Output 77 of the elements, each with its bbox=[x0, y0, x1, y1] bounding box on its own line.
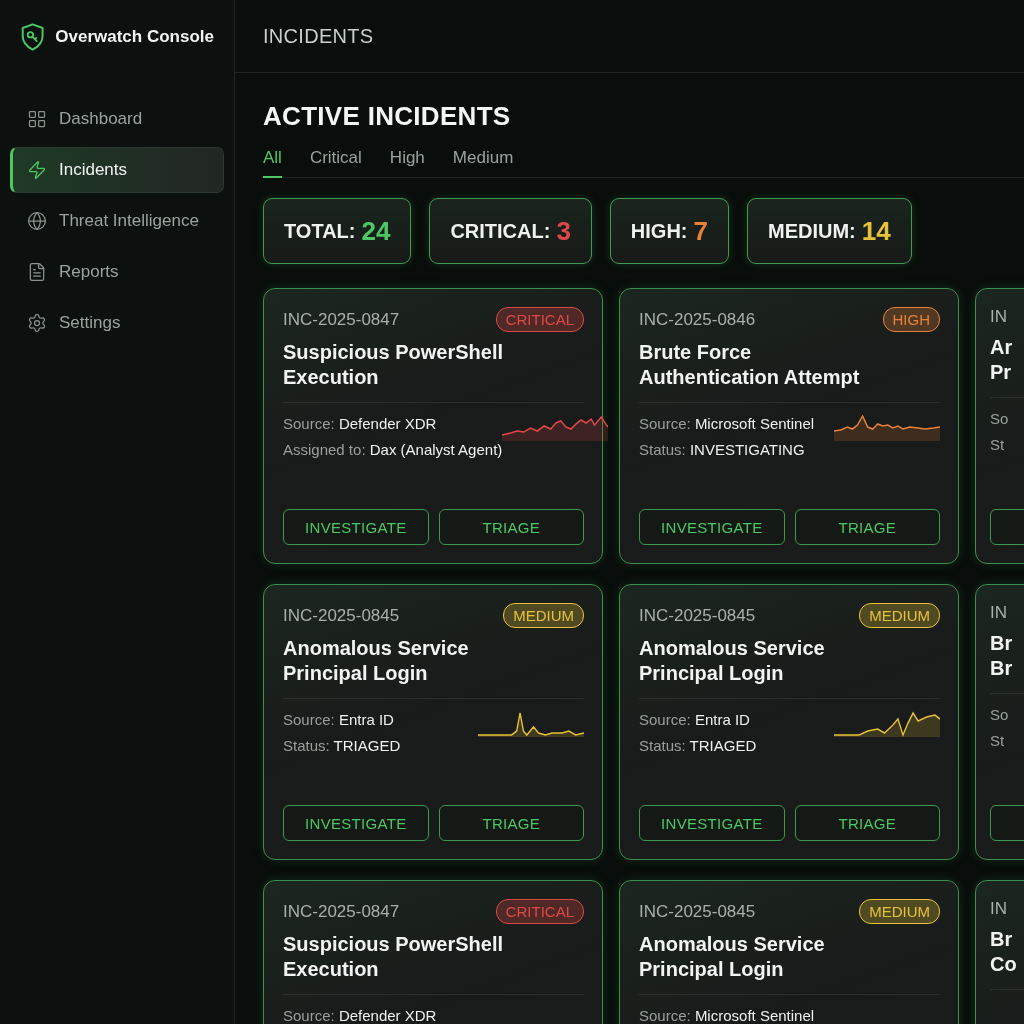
incident-title: Suspicious PowerShell Execution bbox=[283, 340, 505, 390]
stat-value: 7 bbox=[693, 215, 708, 247]
nav-item[interactable]: Incidents bbox=[10, 147, 224, 193]
incident-title: Anomalous Service Principal Login bbox=[639, 636, 826, 686]
incident-field: Source: Defender XDR bbox=[283, 413, 503, 435]
incident-title: Ar Pr bbox=[990, 335, 1014, 385]
incident-field: Source: Entra ID bbox=[639, 709, 757, 731]
nav-label: Incidents bbox=[59, 160, 128, 180]
incident-field: Status: TRIAGED bbox=[639, 735, 757, 757]
severity-badge: CRITICAL bbox=[495, 307, 584, 332]
incident-id: INC-2025-0847 bbox=[283, 309, 400, 330]
incident-field: Status: INVESTIGATING bbox=[639, 439, 815, 461]
incident-id: INC-2025-0846 bbox=[639, 309, 756, 330]
field-label: St bbox=[990, 731, 1006, 751]
settings-icon bbox=[27, 313, 47, 333]
nav-item[interactable]: Threat Intelligence bbox=[10, 198, 224, 244]
incident-title: Brute Force Authentication Attempt bbox=[639, 340, 861, 390]
dashboard-icon bbox=[27, 109, 47, 129]
section-title: ACTIVE INCIDENTS bbox=[263, 101, 512, 132]
triage-button[interactable]: TRIAGE bbox=[794, 805, 940, 841]
filter-tab[interactable]: Medium bbox=[452, 142, 514, 178]
globe-icon bbox=[27, 211, 47, 231]
investigate-button[interactable]: INVESTIGATE bbox=[283, 805, 429, 841]
field-label: St bbox=[990, 435, 1006, 455]
incident-field: Assigned to: Dax (Analyst Agent) bbox=[283, 439, 503, 461]
incident-id: IN bbox=[990, 307, 1007, 327]
stat-value: 3 bbox=[556, 215, 571, 247]
field-label: So bbox=[990, 705, 1010, 725]
stat-label: CRITICAL: bbox=[450, 219, 551, 243]
incident-id: INC-2025-0845 bbox=[283, 605, 400, 626]
incident-title: Suspicious PowerShell Execution bbox=[283, 932, 505, 982]
severity-badge: MEDIUM bbox=[503, 603, 584, 628]
incident-title: Anomalous Service Principal Login bbox=[639, 932, 826, 982]
severity-badge: MEDIUM bbox=[859, 603, 940, 628]
shield-key-icon bbox=[20, 21, 46, 53]
nav-label: Threat Intelligence bbox=[59, 211, 199, 231]
triage-button[interactable]: TRIAGE bbox=[794, 509, 940, 545]
triage-button[interactable]: TRIAGE bbox=[438, 509, 584, 545]
document-icon bbox=[27, 262, 47, 282]
nav-label: Dashboard bbox=[59, 109, 143, 129]
filter-tab[interactable]: Critical bbox=[309, 142, 362, 178]
incident-field: Source: Entra ID bbox=[283, 709, 401, 731]
incident-field: Source: Microsoft Sentinel bbox=[639, 1005, 815, 1024]
incident-id: IN bbox=[990, 899, 1007, 919]
investigate-button[interactable]: INVESTIGATE bbox=[639, 509, 785, 545]
severity-badge: HIGH bbox=[882, 307, 940, 332]
page-title: INCIDENTS bbox=[263, 24, 374, 48]
investigate-button[interactable]: INVESTIGATE bbox=[283, 509, 429, 545]
incident-title: Anomalous Service Principal Login bbox=[283, 636, 470, 686]
incident-id: INC-2025-0845 bbox=[639, 605, 756, 626]
incident-field: Source: Microsoft Sentinel bbox=[639, 413, 815, 435]
incident-field: Status: TRIAGED bbox=[283, 735, 401, 757]
incident-id: INC-2025-0847 bbox=[283, 901, 400, 922]
nav-label: Settings bbox=[59, 313, 121, 333]
lightning-icon bbox=[27, 160, 47, 180]
stat-value: 14 bbox=[861, 215, 891, 247]
stat-value: 24 bbox=[361, 215, 391, 247]
severity-badge: MEDIUM bbox=[859, 899, 940, 924]
incident-id: IN bbox=[990, 603, 1007, 623]
field-label: So bbox=[990, 409, 1010, 429]
incident-field: Source: Defender XDR bbox=[283, 1005, 437, 1024]
nav-item[interactable]: Dashboard bbox=[10, 96, 224, 142]
incident-title: Br Br bbox=[990, 631, 1014, 681]
nav-item[interactable]: Settings bbox=[10, 300, 224, 346]
severity-badge: CRITICAL bbox=[495, 899, 584, 924]
nav-label: Reports bbox=[59, 262, 119, 282]
investigate-button[interactable]: INVESTIGATE bbox=[639, 805, 785, 841]
incident-id: INC-2025-0845 bbox=[639, 901, 756, 922]
filter-tab[interactable]: High bbox=[389, 142, 425, 178]
filter-tab[interactable]: All bbox=[263, 142, 282, 178]
nav-item[interactable]: Reports bbox=[10, 249, 224, 295]
stat-label: HIGH: bbox=[630, 219, 688, 243]
app-title: Overwatch Console bbox=[55, 27, 214, 47]
incident-title: Br Co bbox=[990, 927, 1018, 977]
triage-button[interactable]: TRIAGE bbox=[438, 805, 584, 841]
stat-label: TOTAL: bbox=[284, 219, 356, 243]
stat-label: MEDIUM: bbox=[768, 219, 856, 243]
